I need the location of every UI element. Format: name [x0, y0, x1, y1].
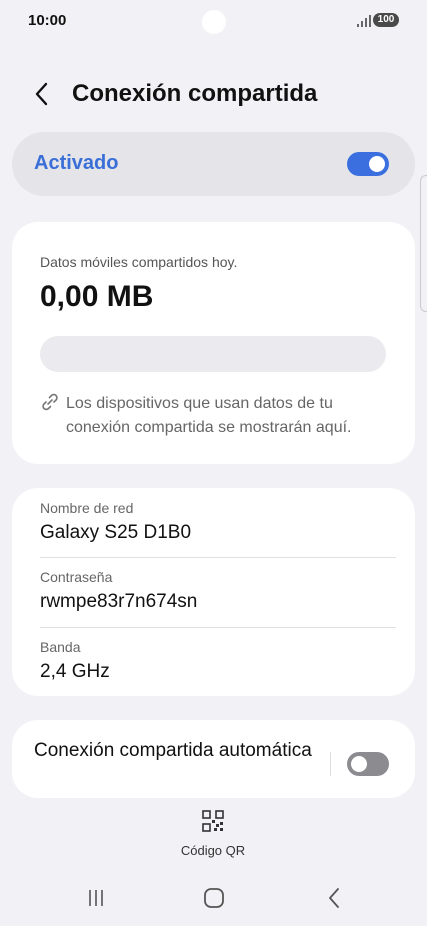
link-icon: [40, 392, 60, 417]
usage-bar: [40, 336, 386, 372]
auto-hotspot-card[interactable]: Conexión compartida automática: [12, 720, 415, 798]
home-button[interactable]: [194, 884, 234, 912]
band-label: Banda: [40, 639, 81, 655]
qr-code-icon: [202, 810, 224, 832]
usage-note: Los dispositivos que usan datos de tu co…: [66, 395, 352, 436]
toggle-knob: [369, 156, 385, 172]
network-settings-card: Nombre de red Galaxy S25 D1B0 Contraseña…: [12, 488, 415, 696]
qr-code-button[interactable]: Código QR: [163, 810, 263, 858]
auto-hotspot-label: Conexión compartida automática: [34, 740, 312, 761]
divider: [40, 627, 396, 628]
back-nav-icon: [329, 888, 339, 908]
toggle-knob: [351, 756, 367, 772]
battery-icon: 100: [373, 13, 399, 27]
back-nav-button[interactable]: [314, 884, 354, 912]
network-name-label: Nombre de red: [40, 500, 134, 516]
password-row[interactable]: Contraseña rwmpe83r7n674sn: [40, 569, 396, 613]
vertical-divider: [330, 752, 331, 776]
front-camera-cutout: [202, 10, 226, 34]
network-name-value: Galaxy S25 D1B0: [40, 522, 192, 543]
scroll-handle[interactable]: [420, 175, 427, 312]
master-switch-row[interactable]: Activado: [12, 132, 415, 196]
usage-label: Datos móviles compartidos hoy.: [40, 254, 238, 270]
password-value: rwmpe83r7n674sn: [40, 591, 198, 612]
data-usage-card: Datos móviles compartidos hoy. 0,00 MB L…: [12, 222, 415, 464]
auto-hotspot-toggle[interactable]: [347, 752, 389, 776]
app-header: Conexión compartida: [0, 72, 427, 116]
chevron-left-icon: [35, 82, 48, 106]
band-value: 2,4 GHz: [40, 661, 110, 682]
master-switch-label: Activado: [34, 152, 119, 174]
signal-icon: [357, 14, 371, 32]
network-name-row[interactable]: Nombre de red Galaxy S25 D1B0: [40, 500, 396, 544]
page-title: Conexión compartida: [72, 80, 318, 107]
status-bar: 10:00 100: [0, 0, 427, 44]
usage-value: 0,00 MB: [40, 280, 154, 313]
band-row[interactable]: Banda 2,4 GHz: [40, 639, 396, 683]
recent-apps-icon: [89, 890, 103, 906]
status-time: 10:00: [28, 12, 67, 29]
qr-code-label: Código QR: [180, 843, 246, 858]
back-button[interactable]: [26, 78, 58, 110]
home-icon: [204, 888, 224, 908]
master-toggle[interactable]: [347, 152, 389, 176]
password-label: Contraseña: [40, 569, 113, 585]
navigation-bar: [0, 872, 427, 926]
divider: [40, 557, 396, 558]
recent-apps-button[interactable]: [76, 884, 116, 912]
